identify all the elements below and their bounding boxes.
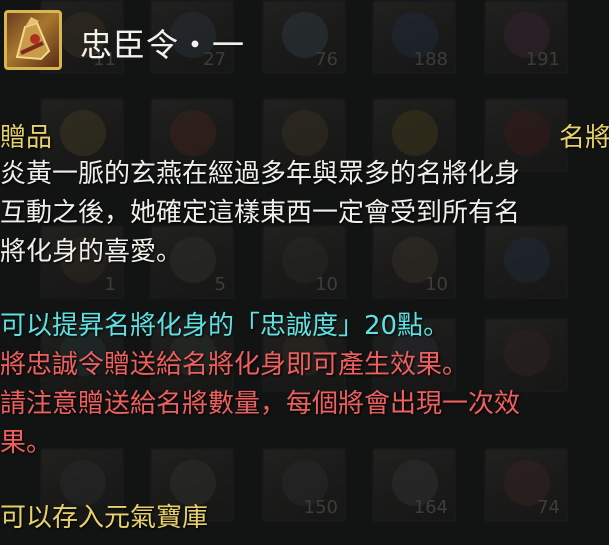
item-category: 贈品 <box>0 123 53 153</box>
scroll-bag-icon <box>4 10 62 70</box>
item-title: 忠臣令・一 <box>80 26 246 64</box>
item-tooltip: 忠臣令・一 贈品 名將 炎黃一脈的玄燕在經過多年與眾多的名將化身 互動之後，她確… <box>0 0 609 545</box>
note-line: 請注意贈送給名將數量，每個將會出現一次效 <box>0 389 521 419</box>
item-target-type: 名將 <box>559 123 609 153</box>
tooltip-header: 忠臣令・一 <box>0 6 609 76</box>
note-line: 果。 <box>0 428 53 458</box>
description-line: 炎黃一脈的玄燕在經過多年與眾多的名將化身 <box>0 159 521 189</box>
description-line: 互動之後，她確定這樣東西一定會受到所有名 <box>0 198 521 228</box>
description-line: 將化身的喜愛。 <box>0 237 183 267</box>
storage-text: 可以存入元氣寶庫 <box>0 503 209 533</box>
effect-text: 可以提昇名將化身的「忠誠度」20點。 <box>0 311 450 341</box>
note-line: 將忠誠令贈送給名將化身即可產生效果。 <box>0 350 469 380</box>
